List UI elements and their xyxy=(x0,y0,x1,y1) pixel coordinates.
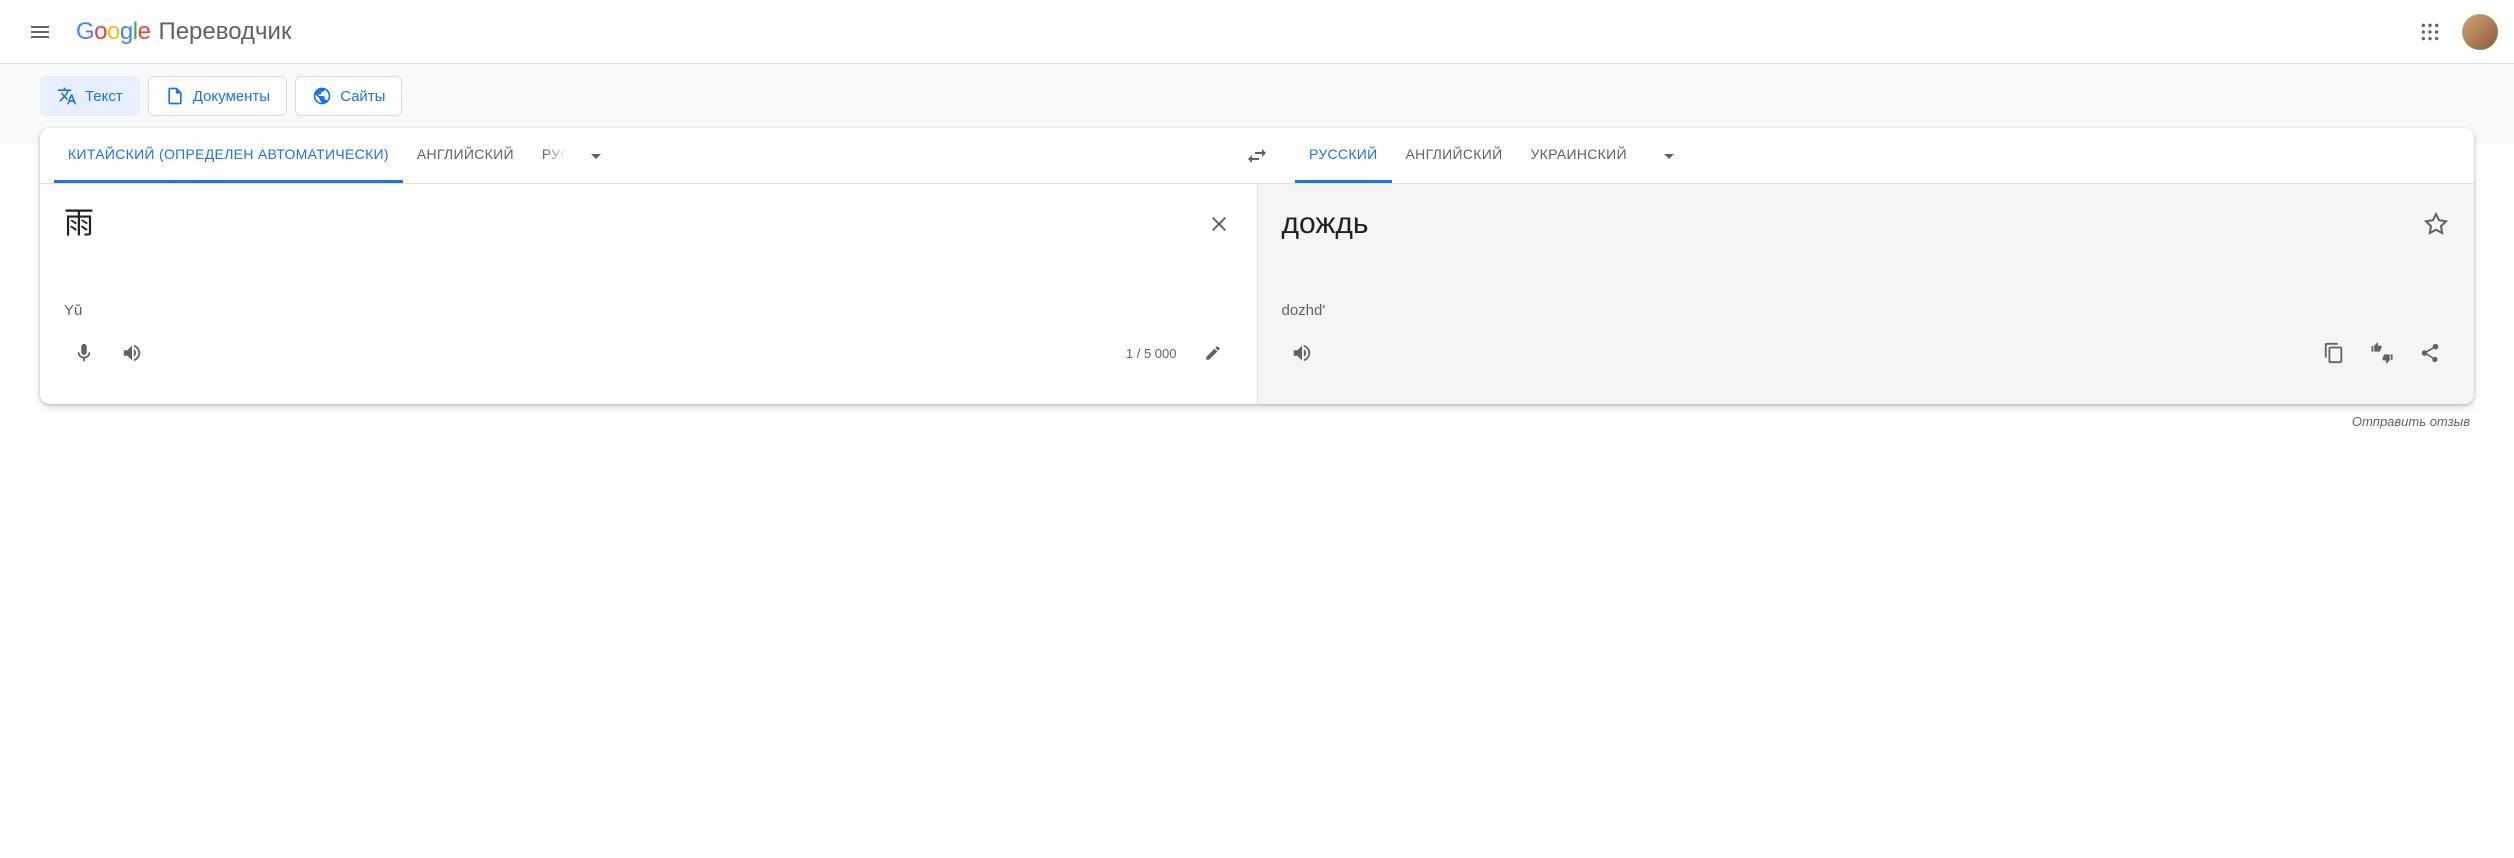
target-lang-dropdown[interactable] xyxy=(1645,132,1693,180)
source-toolbar: 1 / 5 000 xyxy=(64,331,1233,375)
main-menu-button[interactable] xyxy=(16,8,64,56)
target-panel: дождь dozhd' xyxy=(1257,184,2475,404)
target-lang-tab-ukrainian[interactable]: УКРАИНСКИЙ xyxy=(1516,128,1640,183)
chevron-down-icon xyxy=(584,144,608,168)
target-language-side: РУССКИЙ АНГЛИЙСКИЙ УКРАИНСКИЙ xyxy=(1281,128,2474,183)
speaker-icon xyxy=(1291,342,1313,364)
target-transliteration: dozhd' xyxy=(1282,302,2451,319)
share-translation-button[interactable] xyxy=(2410,333,2450,373)
listen-target-button[interactable] xyxy=(1282,333,1322,373)
copy-icon xyxy=(2323,342,2345,364)
swap-languages-button[interactable] xyxy=(1233,132,1281,180)
apps-grid-icon xyxy=(2420,22,2440,42)
product-name: Переводчик xyxy=(158,18,291,46)
mode-tab-documents[interactable]: Документы xyxy=(148,76,287,116)
source-lang-dropdown[interactable] xyxy=(572,132,620,180)
copy-translation-button[interactable] xyxy=(2314,333,2354,373)
hamburger-icon xyxy=(28,20,52,44)
app-header: Google Переводчик xyxy=(0,0,2514,64)
listen-source-button[interactable] xyxy=(112,333,152,373)
translate-icon xyxy=(57,86,77,106)
share-icon xyxy=(2419,342,2441,364)
account-avatar[interactable] xyxy=(2462,14,2498,50)
target-lang-tab-russian[interactable]: РУССКИЙ xyxy=(1295,128,1392,183)
voice-input-button[interactable] xyxy=(64,333,104,373)
thumbs-icon xyxy=(2371,342,2393,364)
target-text-output: дождь xyxy=(1282,204,2451,294)
google-apps-button[interactable] xyxy=(2410,12,2450,52)
mode-tab-sites-label: Сайты xyxy=(340,88,385,105)
mode-tabs: Текст Документы Сайты xyxy=(16,76,2498,116)
globe-icon xyxy=(312,86,332,106)
mode-tab-text-label: Текст xyxy=(85,88,123,105)
source-transliteration: Yǔ xyxy=(64,302,1233,319)
source-language-side: КИТАЙСКИЙ (ОПРЕДЕЛЕН АВТОМАТИЧЕСКИ) АНГЛ… xyxy=(40,128,1233,183)
rate-translation-button[interactable] xyxy=(2362,333,2402,373)
input-method-button[interactable] xyxy=(1193,333,1233,373)
star-outline-icon xyxy=(2424,212,2448,236)
header-right xyxy=(2410,12,2498,52)
google-logo: Google xyxy=(76,18,150,46)
clear-source-button[interactable] xyxy=(1197,202,1241,246)
microphone-icon xyxy=(73,342,95,364)
mode-tab-documents-label: Документы xyxy=(193,88,270,105)
mode-tab-sites[interactable]: Сайты xyxy=(295,76,402,116)
source-panel: 雨 Yǔ 1 / 5 000 xyxy=(40,184,1257,404)
target-toolbar xyxy=(1282,331,2451,375)
logo[interactable]: Google Переводчик xyxy=(76,18,291,46)
speaker-icon xyxy=(121,342,143,364)
source-lang-tab-detected[interactable]: КИТАЙСКИЙ (ОПРЕДЕЛЕН АВТОМАТИЧЕСКИ) xyxy=(54,128,403,183)
save-translation-button[interactable] xyxy=(2414,202,2458,246)
io-row: 雨 Yǔ 1 / 5 000 xyxy=(40,184,2474,404)
chevron-down-icon xyxy=(1657,144,1681,168)
close-icon xyxy=(1207,212,1231,236)
source-lang-tab-russian[interactable]: РУССКИЙ xyxy=(528,128,568,183)
pencil-icon xyxy=(1204,344,1222,362)
send-feedback-link[interactable]: Отправить отзыв xyxy=(0,404,2514,439)
target-lang-tab-english[interactable]: АНГЛИЙСКИЙ xyxy=(1392,128,1517,183)
translation-card: КИТАЙСКИЙ (ОПРЕДЕЛЕН АВТОМАТИЧЕСКИ) АНГЛ… xyxy=(40,128,2474,404)
language-row: КИТАЙСКИЙ (ОПРЕДЕЛЕН АВТОМАТИЧЕСКИ) АНГЛ… xyxy=(40,128,2474,184)
mode-tab-text[interactable]: Текст xyxy=(40,76,140,116)
swap-icon xyxy=(1245,144,1269,168)
source-text-input[interactable]: 雨 xyxy=(64,204,1233,294)
card-wrap: КИТАЙСКИЙ (ОПРЕДЕЛЕН АВТОМАТИЧЕСКИ) АНГЛ… xyxy=(0,128,2514,404)
source-lang-tab-english[interactable]: АНГЛИЙСКИЙ xyxy=(403,128,528,183)
header-left: Google Переводчик xyxy=(16,8,291,56)
document-icon xyxy=(165,86,185,106)
character-count: 1 / 5 000 xyxy=(1126,346,1177,361)
